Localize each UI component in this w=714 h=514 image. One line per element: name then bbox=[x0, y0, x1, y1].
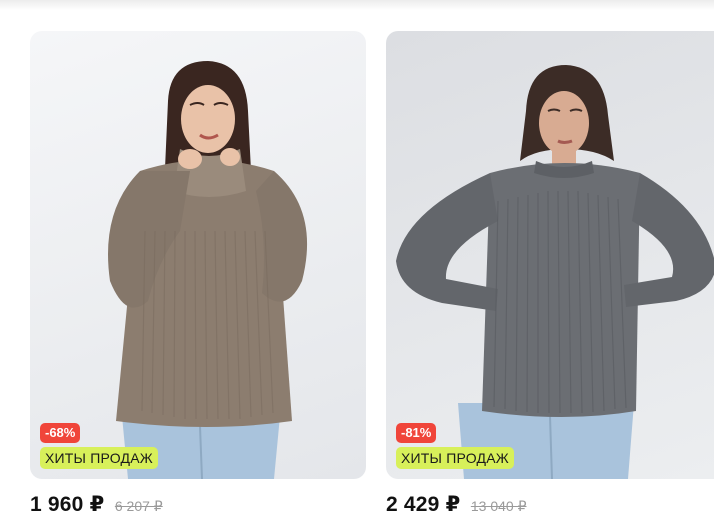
bestseller-badge: ХИТЫ ПРОДАЖ bbox=[40, 447, 158, 469]
old-price: 6 207 ₽ bbox=[114, 498, 163, 514]
product-card[interactable]: -68% ХИТЫ ПРОДАЖ bbox=[30, 31, 366, 479]
discount-badge: -68% bbox=[40, 423, 81, 443]
product-grid: -68% ХИТЫ ПРОДАЖ -81% ХИТЫ ПРОДАЖ 1 960 … bbox=[0, 0, 714, 514]
discount-badge: -81% bbox=[396, 423, 437, 443]
product-image[interactable] bbox=[386, 31, 714, 479]
price-block: 2 429 ₽ 13 040 ₽ bbox=[386, 492, 526, 514]
current-price: 1 960 ₽ bbox=[30, 493, 105, 514]
product-image[interactable] bbox=[30, 31, 366, 479]
current-price: 2 429 ₽ bbox=[386, 493, 461, 514]
bestseller-badge: ХИТЫ ПРОДАЖ bbox=[396, 447, 514, 469]
header-shadow bbox=[0, 0, 714, 10]
old-price: 13 040 ₽ bbox=[470, 498, 527, 514]
price-block: 1 960 ₽ 6 207 ₽ bbox=[30, 492, 163, 514]
product-card[interactable]: -81% ХИТЫ ПРОДАЖ bbox=[386, 31, 714, 479]
